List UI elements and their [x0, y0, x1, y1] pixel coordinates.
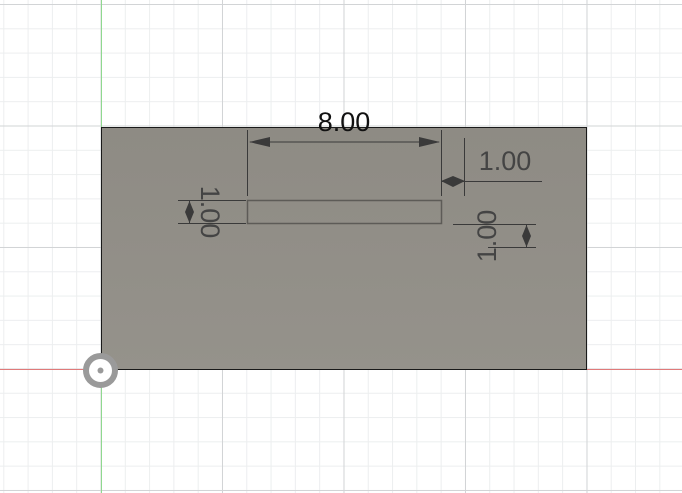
- dimension-value-slot-height[interactable]: 1.00: [195, 186, 225, 239]
- dimension-value-slot-offset-right[interactable]: 1.00: [472, 210, 502, 263]
- sketch-canvas[interactable]: 8.00 1.00 1.00 1.00: [0, 0, 682, 493]
- origin-icon[interactable]: [83, 353, 118, 388]
- sketch-drawing: 8.00 1.00 1.00 1.00: [0, 0, 682, 493]
- dimension-value-slot-offset-top[interactable]: 1.00: [479, 146, 532, 176]
- dimension-value-slot-length[interactable]: 8.00: [318, 107, 371, 137]
